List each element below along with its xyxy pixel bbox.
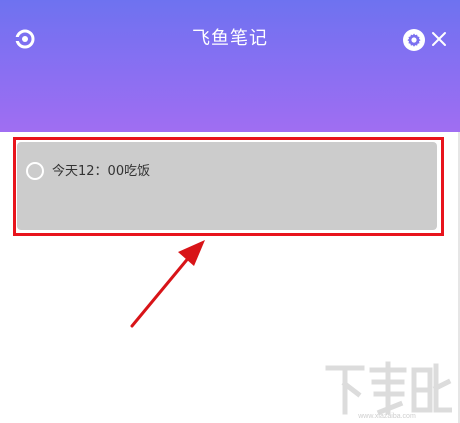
settings-button[interactable] bbox=[402, 28, 426, 52]
title-bar: 飞鱼笔记 bbox=[0, 0, 460, 132]
app-title: 飞鱼笔记 bbox=[192, 28, 268, 49]
annotation-highlight-box bbox=[13, 137, 444, 236]
close-button[interactable] bbox=[430, 30, 448, 48]
gear-icon bbox=[403, 29, 425, 51]
close-icon bbox=[432, 32, 446, 46]
